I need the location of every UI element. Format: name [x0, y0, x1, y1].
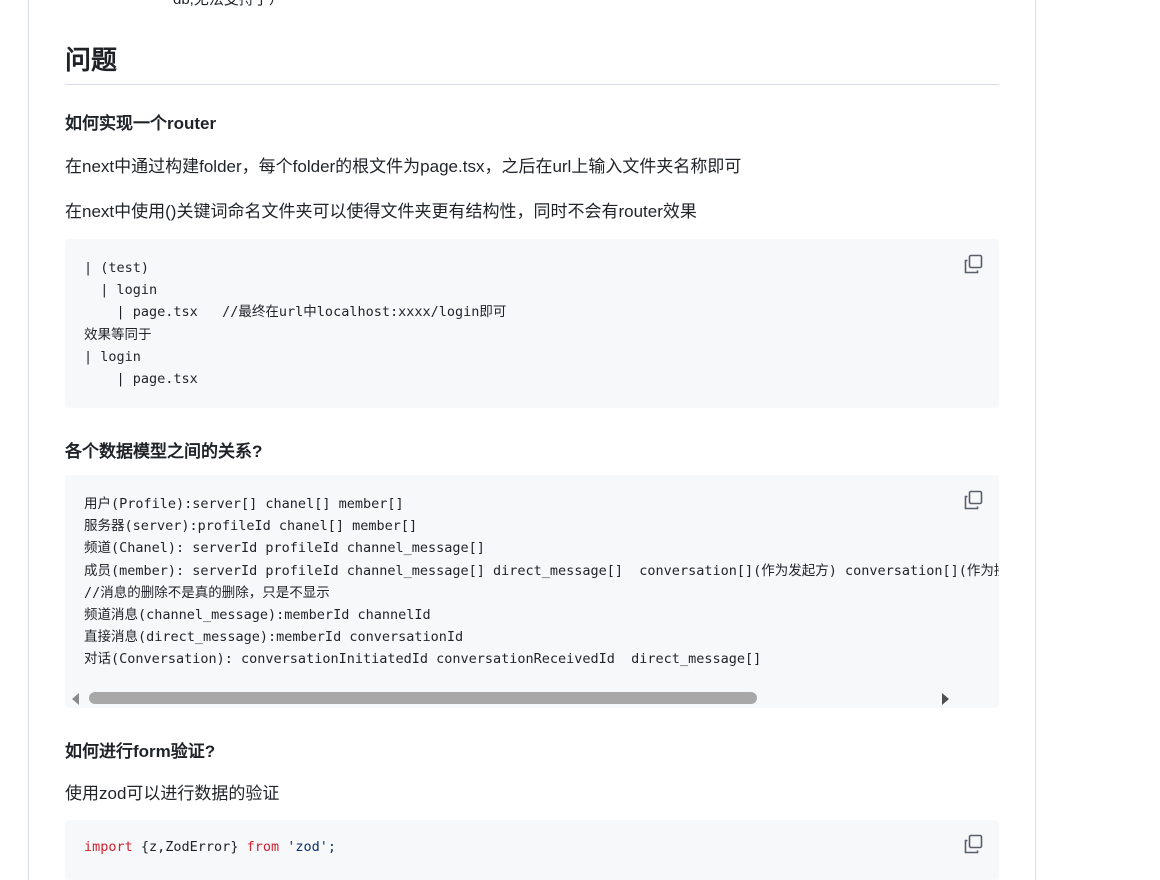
- scroll-left-arrow-icon[interactable]: [72, 693, 79, 705]
- code-data-models: 用户(Profile):server[] chanel[] member[] 服…: [84, 496, 999, 668]
- section-title: 问题: [65, 40, 999, 85]
- router-paragraph-2: 在next中使用()关键词命名文件夹可以使得文件夹更有结构性，同时不会有rout…: [65, 202, 697, 221]
- copy-icon[interactable]: [963, 254, 983, 274]
- code-keyword-import: import: [84, 839, 133, 855]
- question-data-models-title: 各个数据模型之间的关系?: [65, 442, 263, 461]
- router-paragraph-1: 在next中通过构建folder，每个folder的根文件为page.tsx，之…: [65, 157, 742, 176]
- form-validation-paragraph: 使用zod可以进行数据的验证: [65, 784, 280, 803]
- copy-icon[interactable]: [963, 834, 983, 854]
- code-block-data-models: 用户(Profile):server[] chanel[] member[] 服…: [65, 475, 999, 708]
- code-block-router: | (test) | login | page.tsx //最终在url中loc…: [65, 239, 999, 408]
- copy-icon[interactable]: [963, 490, 983, 510]
- question-router-title: 如何实现一个router: [65, 114, 217, 133]
- code-block-zod: import {z,ZodError} from 'zod';: [65, 820, 999, 880]
- horizontal-scrollbar[interactable]: [69, 690, 949, 706]
- previous-text-line: db,无法支持了）: [173, 0, 284, 9]
- code-module-string: 'zod';: [279, 839, 336, 855]
- code-router: | (test) | login | page.tsx //最终在url中loc…: [84, 260, 507, 388]
- code-import-names: {z,ZodError}: [132, 839, 247, 855]
- scrollbar-thumb[interactable]: [89, 692, 757, 704]
- scroll-right-arrow-icon[interactable]: [942, 693, 949, 705]
- code-zod: import {z,ZodError} from 'zod';: [65, 820, 999, 858]
- code-keyword-from: from: [246, 839, 280, 855]
- question-form-validation-title: 如何进行form验证?: [65, 742, 216, 761]
